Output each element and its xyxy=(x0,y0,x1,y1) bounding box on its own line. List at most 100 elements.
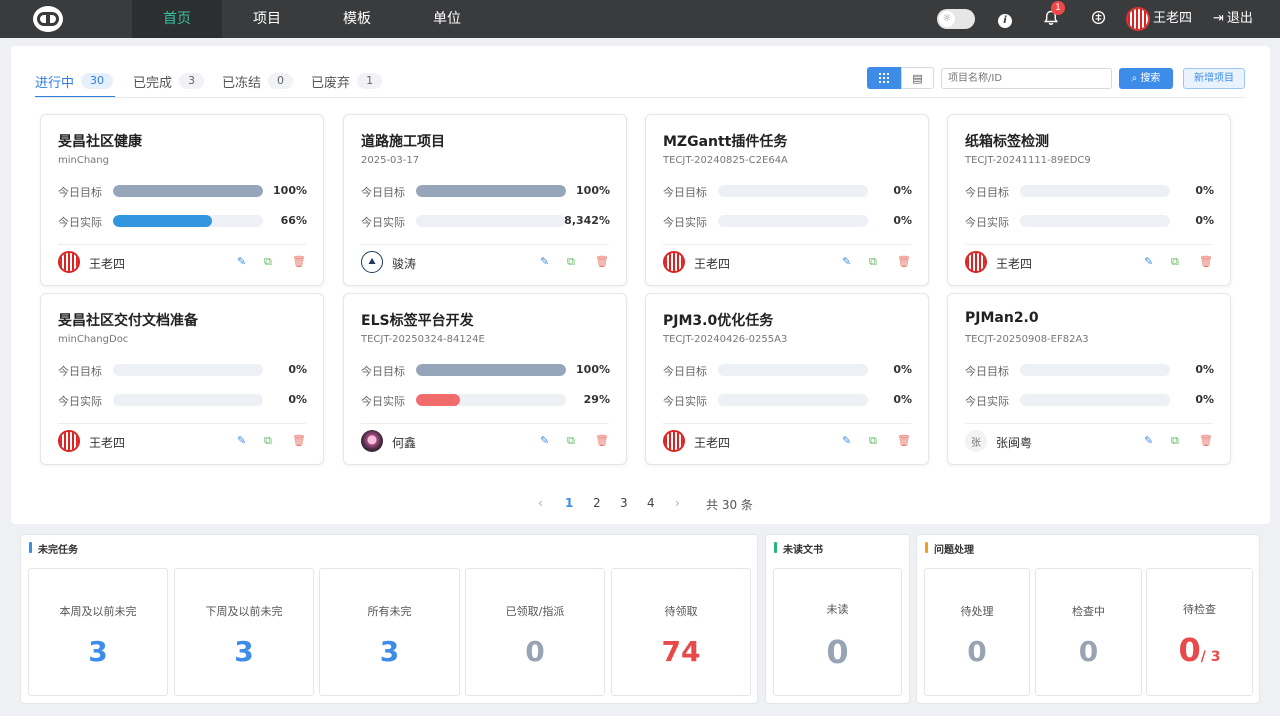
project-card[interactable]: PJMan2.0 TECJT-20250908-EF82A3 今日目标 0% 今日实际 0… xyxy=(947,293,1231,465)
owner-avatar xyxy=(58,430,80,452)
page-2[interactable]: 2 xyxy=(593,496,601,510)
tab-in-progress[interactable]: 进行中 30 xyxy=(35,66,116,98)
edit-icon[interactable]: ✎ xyxy=(540,255,549,268)
project-title[interactable]: PJMan2.0 xyxy=(965,310,1039,326)
language-icon[interactable] xyxy=(1089,10,1107,28)
edit-icon[interactable]: ✎ xyxy=(540,434,549,447)
stat-this-week[interactable]: 本周及以前未完 3 xyxy=(28,568,168,696)
card-divider xyxy=(663,423,911,424)
app-logo[interactable] xyxy=(33,6,63,32)
project-title[interactable]: 旻昌社区健康 xyxy=(58,131,142,151)
delete-icon[interactable]: 🗑 xyxy=(1199,255,1213,268)
target-label: 今日目标 xyxy=(663,365,707,378)
project-title[interactable]: 纸箱标签检测 xyxy=(965,131,1049,151)
delete-icon[interactable]: 🗑 xyxy=(595,255,609,268)
delete-icon[interactable]: 🗑 xyxy=(897,434,911,447)
owner-name: 王老四 xyxy=(694,436,731,450)
project-title[interactable]: 旻昌社区交付文档准备 xyxy=(58,310,198,330)
stat-label: 待处理 xyxy=(960,605,994,618)
tab-abandoned[interactable]: 已废弃 1 xyxy=(311,66,383,96)
stat-to-check[interactable]: 待检查 0/ 3 xyxy=(1146,568,1253,696)
page-1[interactable]: 1 xyxy=(565,496,573,510)
project-id: TECJT-20240825-C2E64A xyxy=(663,155,788,166)
theme-toggle[interactable]: ☼ xyxy=(937,9,975,29)
project-title[interactable]: PJM3.0优化任务 xyxy=(663,310,773,330)
stat-pending[interactable]: 待处理 0 xyxy=(924,568,1030,696)
nav-home[interactable]: 首页 xyxy=(132,0,222,38)
page-4[interactable]: 4 xyxy=(647,496,655,510)
copy-icon[interactable]: ⧉ xyxy=(264,255,272,269)
delete-icon[interactable]: 🗑 xyxy=(1199,434,1213,447)
project-card[interactable]: 道路施工项目 2025-03-17 今日目标 100% 今日实际 8,342% ⛰ 骏涛 ✎ ⧉ 🗑 xyxy=(343,114,627,286)
info-icon[interactable]: i xyxy=(996,10,1014,28)
issues-panel: 问题处理 待处理 0 检查中 0 待检查 0/ 3 xyxy=(916,534,1260,704)
search-button[interactable]: ⌕ 搜索 xyxy=(1119,68,1173,89)
copy-icon[interactable]: ⧉ xyxy=(567,434,575,448)
owner-avatar xyxy=(663,430,685,452)
project-title[interactable]: ELS标签平台开发 xyxy=(361,310,474,330)
project-id: TECJT-20241111-89EDC9 xyxy=(965,155,1091,166)
delete-icon[interactable]: 🗑 xyxy=(897,255,911,268)
edit-icon[interactable]: ✎ xyxy=(237,434,246,447)
target-progress-bar xyxy=(718,185,868,197)
logout-button[interactable]: ⇥ 退出 xyxy=(1213,0,1253,38)
project-card[interactable]: MZGantt插件任务 TECJT-20240825-C2E64A 今日目标 0% 今日… xyxy=(645,114,929,286)
edit-icon[interactable]: ✎ xyxy=(842,255,851,268)
nav-projects[interactable]: 项目 xyxy=(222,0,312,38)
project-id: minChang xyxy=(58,155,109,166)
nav-templates[interactable]: 模板 xyxy=(312,0,402,38)
stat-to-claim[interactable]: 待领取 74 xyxy=(611,568,751,696)
target-progress-bar xyxy=(718,364,868,376)
copy-icon[interactable]: ⧉ xyxy=(264,434,272,448)
grid-view-button[interactable] xyxy=(867,67,901,89)
edit-icon[interactable]: ✎ xyxy=(1144,434,1153,447)
actual-value: 0% xyxy=(1195,393,1214,406)
delete-icon[interactable]: 🗑 xyxy=(292,434,306,447)
stat-all-unfinished[interactable]: 所有未完 3 xyxy=(319,568,460,696)
actual-progress-bar xyxy=(416,394,566,406)
target-progress-bar xyxy=(113,185,263,197)
user-name[interactable]: 王老四 xyxy=(1153,0,1192,38)
project-card[interactable]: 旻昌社区交付文档准备 minChangDoc 今日目标 0% 今日实际 0% 王老四 ✎ ⧉ 🗑 xyxy=(40,293,324,465)
list-icon: ▤ xyxy=(912,71,923,85)
copy-icon[interactable]: ⧉ xyxy=(869,434,877,448)
stat-next-week[interactable]: 下周及以前未完 3 xyxy=(174,568,314,696)
copy-icon[interactable]: ⧉ xyxy=(1171,434,1179,448)
copy-icon[interactable]: ⧉ xyxy=(1171,255,1179,269)
next-page-icon[interactable]: › xyxy=(675,496,680,510)
list-view-button[interactable]: ▤ xyxy=(901,67,934,89)
sun-icon: ☼ xyxy=(939,11,955,27)
target-progress-bar xyxy=(416,185,566,197)
stat-unread[interactable]: 未读 0 xyxy=(773,568,902,696)
stat-checking[interactable]: 检查中 0 xyxy=(1035,568,1142,696)
tab-completed[interactable]: 已完成 3 xyxy=(133,66,205,96)
project-title[interactable]: MZGantt插件任务 xyxy=(663,131,787,151)
new-project-button[interactable]: 新增项目 xyxy=(1183,68,1245,89)
project-card[interactable]: 纸箱标签检测 TECJT-20241111-89EDC9 今日目标 0% 今日实际 0% 王… xyxy=(947,114,1231,286)
project-card[interactable]: ELS标签平台开发 TECJT-20250324-84124E 今日目标 100% 今日… xyxy=(343,293,627,465)
actual-value: 0% xyxy=(1195,214,1214,227)
stat-claimed[interactable]: 已领取/指派 0 xyxy=(465,568,605,696)
stat-label: 下周及以前未完 xyxy=(205,605,283,618)
edit-icon[interactable]: ✎ xyxy=(1144,255,1153,268)
project-card[interactable]: PJM3.0优化任务 TECJT-20240426-0255A3 今日目标 0% 今日实… xyxy=(645,293,929,465)
copy-icon[interactable]: ⧉ xyxy=(869,255,877,269)
pagination: ‹ 1 2 3 4 › 共 30 条 xyxy=(11,494,1270,514)
page-3[interactable]: 3 xyxy=(620,496,628,510)
user-avatar[interactable] xyxy=(1126,7,1150,31)
project-search-input[interactable] xyxy=(941,68,1112,89)
total-count: 共 30 条 xyxy=(706,498,753,512)
nav-units[interactable]: 单位 xyxy=(402,0,492,38)
delete-icon[interactable]: 🗑 xyxy=(292,255,306,268)
stat-value: 0 xyxy=(525,635,545,668)
edit-icon[interactable]: ✎ xyxy=(237,255,246,268)
actual-progress-fill xyxy=(113,215,212,227)
delete-icon[interactable]: 🗑 xyxy=(595,434,609,447)
prev-page-icon[interactable]: ‹ xyxy=(538,496,543,510)
project-title[interactable]: 道路施工项目 xyxy=(361,131,445,151)
edit-icon[interactable]: ✎ xyxy=(842,434,851,447)
tab-frozen[interactable]: 已冻结 0 xyxy=(222,66,294,96)
actual-progress-bar xyxy=(416,215,566,227)
project-card[interactable]: 旻昌社区健康 minChang 今日目标 100% 今日实际 66% 王老四 ✎ ⧉ 🗑 xyxy=(40,114,324,286)
copy-icon[interactable]: ⧉ xyxy=(567,255,575,269)
